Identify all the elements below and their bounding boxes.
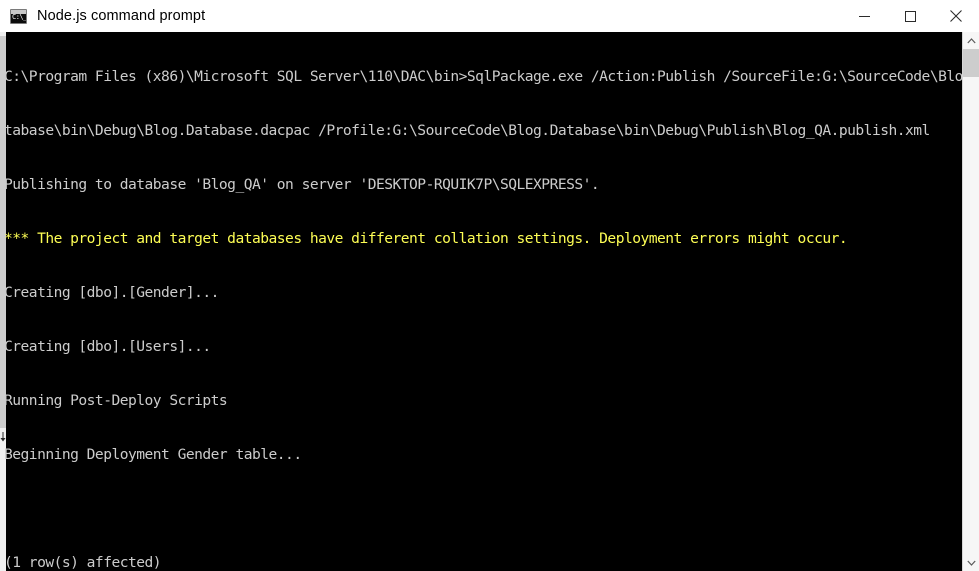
console-line-warning: *** The project and target databases hav…: [4, 230, 848, 247]
minimize-icon: [858, 15, 870, 17]
console-line: C:\Program Files (x86)\Microsoft SQL Ser…: [4, 68, 979, 85]
maximize-icon: [904, 10, 916, 22]
console-icon-glyph: C:\_: [12, 12, 27, 21]
console-output-area[interactable]: C:\Program Files (x86)\Microsoft SQL Ser…: [0, 32, 979, 571]
console-line: Creating [dbo].[Gender]...: [4, 284, 219, 301]
scrollbar-thumb[interactable]: [963, 49, 979, 77]
minimize-button[interactable]: [841, 0, 887, 32]
window-controls: [841, 0, 979, 32]
command-prompt-window: C:\_ Node.js command prompt C:\Program F…: [0, 0, 979, 571]
title-bar-left: C:\_ Node.js command prompt: [0, 0, 841, 32]
maximize-button[interactable]: [887, 0, 933, 32]
console-line: Beginning Deployment Gender table...: [4, 446, 302, 463]
vertical-scrollbar[interactable]: [962, 32, 979, 571]
console-line: Running Post-Deploy Scripts: [4, 392, 228, 409]
console-line: tabase\bin\Debug\Blog.Database.dacpac /P…: [4, 122, 930, 139]
chevron-down-icon: [966, 560, 976, 566]
window-title: Node.js command prompt: [37, 8, 206, 24]
close-icon: [950, 10, 962, 22]
scrollbar-down-button[interactable]: [963, 554, 979, 571]
console-icon: C:\_: [10, 8, 27, 24]
title-bar[interactable]: C:\_ Node.js command prompt: [0, 0, 979, 32]
chevron-up-icon: [966, 37, 976, 43]
close-button[interactable]: [933, 0, 979, 32]
scrollbar-up-button[interactable]: [963, 32, 979, 49]
console-line: (1 row(s) affected): [4, 554, 162, 571]
console-text: C:\Program Files (x86)\Microsoft SQL Ser…: [4, 32, 979, 571]
console-line: Creating [dbo].[Users]...: [4, 338, 211, 355]
console-line: Publishing to database 'Blog_QA' on serv…: [4, 176, 600, 193]
